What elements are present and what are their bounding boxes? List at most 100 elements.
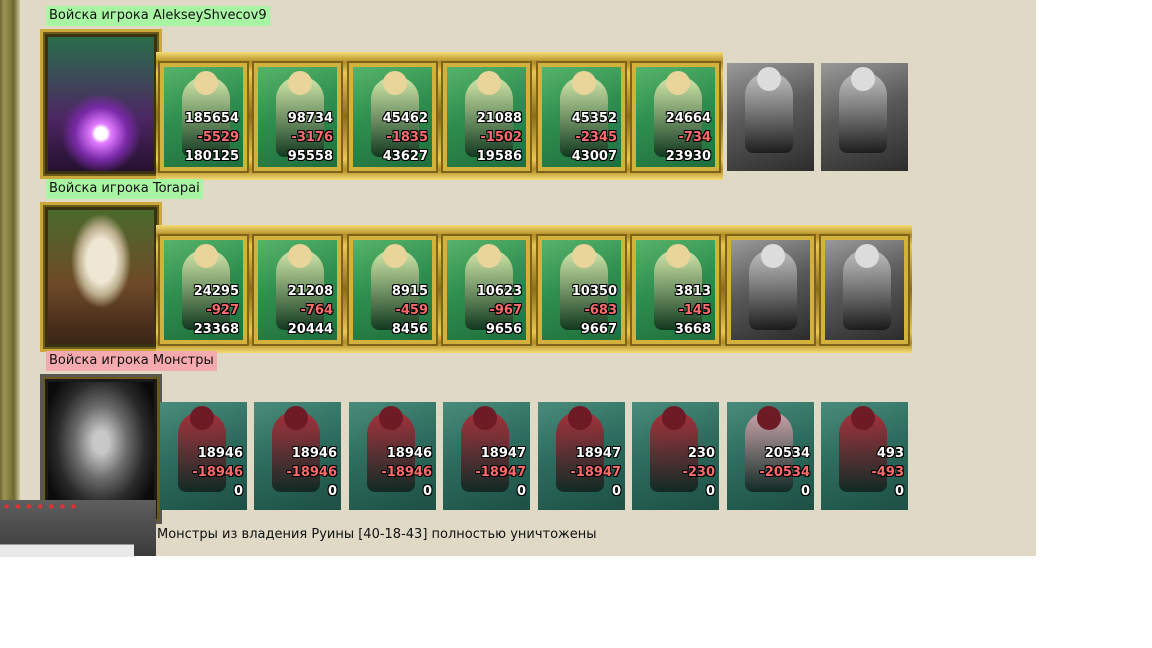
unit-head — [190, 406, 214, 430]
unit-card[interactable]: 8915 -459 8456 — [349, 236, 436, 344]
unit-count-left: 9656 — [485, 322, 522, 337]
unit-count-loss: -927 — [206, 303, 239, 318]
unit-count-start: 3813 — [674, 284, 711, 299]
unit-card[interactable] — [727, 63, 814, 171]
unit-count-loss: -3176 — [291, 130, 333, 145]
unit-head — [383, 71, 407, 95]
unit-card[interactable]: 24664 -734 23930 — [632, 63, 719, 171]
unit-count-start: 8915 — [391, 284, 428, 299]
barbarian-skull-hero-portrait-icon — [48, 210, 154, 344]
unit-card[interactable]: 18946 -18946 0 — [160, 402, 247, 510]
battle-report-panel: Войска игрока AlekseyShvecov9 185654 -5529… — [0, 0, 1036, 556]
unit-count-loss: -493 — [871, 465, 904, 480]
unit-card[interactable]: 493 -493 0 — [821, 402, 908, 510]
unit-count-left: 9667 — [580, 322, 617, 337]
unit-count-left: 0 — [516, 484, 526, 499]
unit-count-left: 19586 — [476, 149, 522, 164]
unit-head — [572, 244, 596, 268]
unit-count-left: 0 — [894, 484, 904, 499]
unit-count-left: 0 — [327, 484, 337, 499]
unit-count-loss: -230 — [682, 465, 715, 480]
unit-card[interactable]: 18947 -18947 0 — [538, 402, 625, 510]
dark-elf-hero-portrait-icon — [48, 37, 154, 171]
player-army-label: Войска игрока Монстры — [46, 351, 217, 371]
unit-card[interactable]: 230 -230 0 — [632, 402, 719, 510]
unit-card[interactable]: 185654 -5529 180125 — [160, 63, 247, 171]
unit-card[interactable]: 24295 -927 23368 — [160, 236, 247, 344]
unit-head — [855, 244, 879, 268]
unit-card[interactable]: 20534 -20534 0 — [727, 402, 814, 510]
unit-head — [666, 71, 690, 95]
unit-count-loss: -683 — [584, 303, 617, 318]
unit-head — [568, 406, 592, 430]
unit-count-left: 43007 — [571, 149, 617, 164]
unit-card[interactable]: 21208 -764 20444 — [254, 236, 341, 344]
monk-unit-grey-icon — [727, 63, 814, 171]
unit-head — [572, 71, 596, 95]
unit-count-loss: -18946 — [192, 465, 243, 480]
unit-count-loss: -734 — [678, 130, 711, 145]
unit-count-left: 43627 — [382, 149, 428, 164]
unit-head — [851, 406, 875, 430]
left-decorative-bar — [0, 0, 20, 556]
unit-card[interactable]: 18946 -18946 0 — [349, 402, 436, 510]
unit-head — [473, 406, 497, 430]
unit-count-start: 21208 — [287, 284, 333, 299]
unit-head — [379, 406, 403, 430]
unit-count-loss: -18947 — [570, 465, 621, 480]
unit-head — [194, 244, 218, 268]
unit-count-start: 18946 — [291, 446, 337, 461]
unit-count-left: 0 — [233, 484, 243, 499]
unit-head — [662, 406, 686, 430]
unit-count-left: 0 — [422, 484, 432, 499]
unit-count-start: 18946 — [197, 446, 243, 461]
unit-count-left: 95558 — [287, 149, 333, 164]
unit-card[interactable] — [821, 63, 908, 171]
elder-druid-grey-icon — [821, 63, 908, 171]
unit-count-loss: -20534 — [759, 465, 810, 480]
unit-card[interactable]: 10350 -683 9667 — [538, 236, 625, 344]
hero-portrait[interactable] — [40, 29, 162, 179]
unit-head — [284, 406, 308, 430]
unit-head — [383, 244, 407, 268]
unit-head — [666, 244, 690, 268]
unit-count-loss: -145 — [678, 303, 711, 318]
unit-count-left: 0 — [611, 484, 621, 499]
unit-count-left: 23930 — [665, 149, 711, 164]
unit-card[interactable]: 45352 -2345 43007 — [538, 63, 625, 171]
unit-card[interactable]: 45462 -1835 43627 — [349, 63, 436, 171]
hero-portrait[interactable] — [40, 202, 162, 352]
unit-head — [757, 406, 781, 430]
unit-head — [477, 71, 501, 95]
unit-count-start: 18946 — [386, 446, 432, 461]
unit-count-left: 3668 — [674, 322, 711, 337]
unit-card[interactable]: 18946 -18946 0 — [254, 402, 341, 510]
unit-count-start: 185654 — [184, 111, 239, 126]
player-army-label: Войска игрока Torapai — [46, 179, 203, 199]
unit-count-loss: -18946 — [381, 465, 432, 480]
unit-count-loss: -459 — [395, 303, 428, 318]
unit-card[interactable] — [821, 236, 908, 344]
unit-count-loss: -1835 — [386, 130, 428, 145]
elder-druid-grey-icon — [825, 240, 904, 340]
monster-demon-mask-portrait-icon — [48, 382, 154, 516]
unit-head — [477, 244, 501, 268]
unit-count-start: 24664 — [665, 111, 711, 126]
unit-card[interactable]: 10623 -967 9656 — [443, 236, 530, 344]
player-army-label: Войска игрока AlekseyShvecov9 — [46, 6, 270, 26]
unit-count-start: 10623 — [476, 284, 522, 299]
unit-count-start: 10350 — [571, 284, 617, 299]
unit-card[interactable]: 3813 -145 3668 — [632, 236, 719, 344]
unit-card[interactable]: 18947 -18947 0 — [443, 402, 530, 510]
unit-count-loss: -764 — [300, 303, 333, 318]
unit-card[interactable] — [727, 236, 814, 344]
battle-result-message: Монстры из владения Руины [40-18-43] пол… — [157, 527, 597, 542]
minimized-window-overlay[interactable]: ● ● ● ● ● ● ● — [0, 500, 156, 557]
unit-count-start: 98734 — [287, 111, 333, 126]
unit-count-start: 230 — [687, 446, 715, 461]
unit-card[interactable]: 21088 -1502 19586 — [443, 63, 530, 171]
unit-head — [288, 244, 312, 268]
unit-count-loss: -5529 — [197, 130, 239, 145]
unit-card[interactable]: 98734 -3176 95558 — [254, 63, 341, 171]
unit-count-start: 21088 — [476, 111, 522, 126]
